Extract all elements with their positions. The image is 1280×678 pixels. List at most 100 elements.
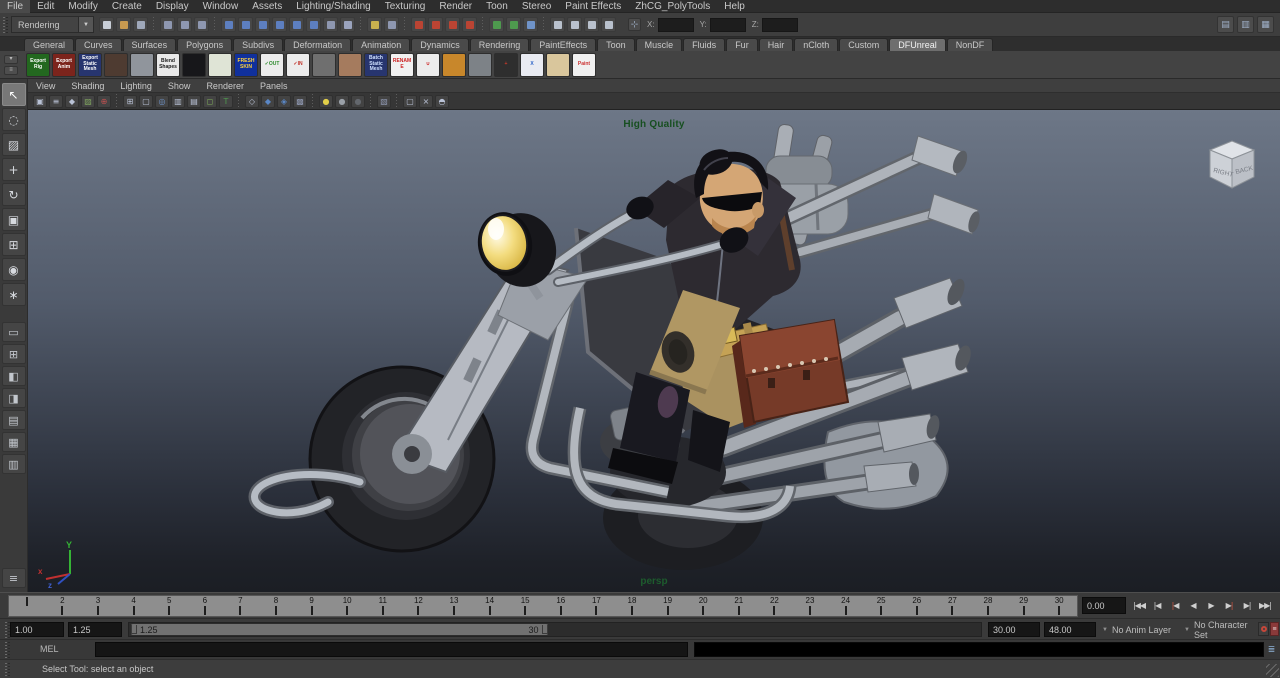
- absolute-relative-toggle-icon[interactable]: ⊹: [628, 18, 641, 31]
- soft-modification-button[interactable]: ◉: [2, 258, 26, 281]
- render-settings-icon[interactable]: [601, 17, 616, 32]
- frame-tick-10[interactable]: 10: [332, 596, 362, 615]
- shelf-tab-hair[interactable]: Hair: [759, 38, 794, 51]
- menu-stereo[interactable]: Stereo: [515, 0, 558, 13]
- paint-tool-icon[interactable]: Paint: [572, 53, 596, 77]
- shelf-tab-curves[interactable]: Curves: [75, 38, 122, 51]
- mask-handles-icon[interactable]: [221, 17, 236, 32]
- outliner-persp-layout-button[interactable]: ◨: [2, 388, 26, 408]
- clapperboard-icon[interactable]: [182, 53, 206, 77]
- crosshair-icon[interactable]: +: [494, 53, 518, 77]
- safe-title-icon[interactable]: T: [219, 95, 233, 108]
- batch-static-mesh-button[interactable]: Batch Static Mesh: [364, 53, 388, 77]
- command-line-grip[interactable]: [4, 642, 11, 658]
- shelf-tab-deformation[interactable]: Deformation: [284, 38, 351, 51]
- output-connections-icon[interactable]: [506, 17, 521, 32]
- menu-zhcg-polytools[interactable]: ZhCG_PolyTools: [628, 0, 717, 13]
- quick-help-icon[interactable]: [340, 17, 355, 32]
- portrait-color-icon[interactable]: [338, 53, 362, 77]
- frame-tick-3[interactable]: 3: [83, 596, 113, 615]
- mask-misc-icon[interactable]: [323, 17, 338, 32]
- panel-menu-show[interactable]: Show: [160, 81, 199, 91]
- shelf-tab-nondf[interactable]: NonDF: [947, 38, 994, 51]
- select-object-icon[interactable]: [177, 17, 192, 32]
- frame-tick-25[interactable]: 25: [866, 596, 896, 615]
- select-tool-button[interactable]: ↖: [2, 83, 26, 106]
- toggle-channel-box-icon[interactable]: ▦: [1257, 16, 1274, 33]
- fresh-skin-button[interactable]: FRESH SKIN: [234, 53, 258, 77]
- frame-tick-19[interactable]: 19: [653, 596, 683, 615]
- frame-tick-13[interactable]: 13: [439, 596, 469, 615]
- frame-tick-1[interactable]: [12, 596, 42, 606]
- blend-shapes-button[interactable]: Blend Shapes: [156, 53, 180, 77]
- orange-boxes-icon[interactable]: [442, 53, 466, 77]
- save-scene-icon[interactable]: [133, 17, 148, 32]
- time-slider-track[interactable]: 2345678910111213141516171819202122232425…: [8, 595, 1078, 617]
- shelf-tab-painteffects[interactable]: PaintEffects: [530, 38, 596, 51]
- character-portrait-icon[interactable]: [104, 53, 128, 77]
- coord-input-y[interactable]: [710, 18, 746, 32]
- menu-render[interactable]: Render: [432, 0, 479, 13]
- step-back-frame-button[interactable]: |◀: [1148, 595, 1166, 616]
- menu-create[interactable]: Create: [105, 0, 149, 13]
- shelf-tab-surfaces[interactable]: Surfaces: [123, 38, 177, 51]
- hat-character-icon[interactable]: [546, 53, 570, 77]
- frame-tick-2[interactable]: 2: [47, 596, 77, 615]
- current-time-field[interactable]: [1082, 597, 1126, 614]
- frame-tick-18[interactable]: 18: [617, 596, 647, 615]
- shelf-tab-general[interactable]: General: [24, 38, 74, 51]
- range-slider-track[interactable]: 1.25 30: [128, 622, 982, 637]
- frame-tick-22[interactable]: 22: [759, 596, 789, 615]
- frame-tick-6[interactable]: 6: [190, 596, 220, 615]
- toolbox-icon[interactable]: [130, 53, 154, 77]
- frame-tick-23[interactable]: 23: [795, 596, 825, 615]
- frame-tick-27[interactable]: 27: [937, 596, 967, 615]
- rotate-tool-button[interactable]: ↻: [2, 183, 26, 206]
- toggle-tool-settings-icon[interactable]: ▥: [1237, 16, 1254, 33]
- frame-tick-8[interactable]: 8: [261, 596, 291, 615]
- step-forward-key-button[interactable]: ▶|: [1220, 595, 1238, 616]
- view-cube[interactable]: RIGHT BACK: [1200, 132, 1264, 194]
- play-forwards-button[interactable]: ▶: [1202, 595, 1220, 616]
- menu-display[interactable]: Display: [149, 0, 196, 13]
- menu-file[interactable]: File: [0, 0, 30, 13]
- export-rig-button[interactable]: Export Rig: [26, 53, 50, 77]
- check-out-button[interactable]: ✓OUT: [260, 53, 284, 77]
- select-hierarchy-icon[interactable]: [160, 17, 175, 32]
- smooth-shade-icon[interactable]: ◆: [261, 95, 275, 108]
- perspective-viewport[interactable]: High Quality persp RIGHT BACK Y x z: [28, 110, 1280, 592]
- lattice-sphere-icon[interactable]: [468, 53, 492, 77]
- snap-curve-icon[interactable]: [428, 17, 443, 32]
- panel-layout-menu-icon[interactable]: ≡: [2, 568, 26, 588]
- menu-set-selector[interactable]: Rendering ▼: [11, 16, 94, 33]
- multi-pane-layout-button[interactable]: ▥: [2, 454, 26, 474]
- frame-tick-16[interactable]: 16: [546, 596, 576, 615]
- lock-selection-icon[interactable]: [367, 17, 382, 32]
- window-resize-grip[interactable]: [1266, 664, 1279, 677]
- export-anim-button[interactable]: Export Anim: [52, 53, 76, 77]
- range-start-handle[interactable]: [131, 625, 137, 634]
- textured-icon[interactable]: ▩: [293, 95, 307, 108]
- animation-start-field[interactable]: [10, 622, 64, 637]
- use-all-lights-icon[interactable]: ●: [319, 95, 333, 108]
- bookmarks-icon[interactable]: ◆: [65, 95, 79, 108]
- two-d-pan-zoom-icon[interactable]: ⊕: [97, 95, 111, 108]
- frame-tick-12[interactable]: 12: [403, 596, 433, 615]
- panel-menu-view[interactable]: View: [28, 81, 63, 91]
- xray-icon[interactable]: ▢: [403, 95, 417, 108]
- camera-attributes-icon[interactable]: ≡: [49, 95, 63, 108]
- open-scene-icon[interactable]: [116, 17, 131, 32]
- mask-curves-icon[interactable]: [238, 17, 253, 32]
- portrait-bw-icon[interactable]: [312, 53, 336, 77]
- frame-tick-15[interactable]: 15: [510, 596, 540, 615]
- snap-grid-icon[interactable]: [411, 17, 426, 32]
- construction-history-icon[interactable]: [523, 17, 538, 32]
- command-language-toggle[interactable]: MEL: [40, 644, 59, 654]
- move-tool-button[interactable]: +: [2, 158, 26, 181]
- menu-modify[interactable]: Modify: [61, 0, 104, 13]
- wireframe-icon[interactable]: ◇: [245, 95, 259, 108]
- four-pane-layout-button[interactable]: ⊞: [2, 344, 26, 364]
- render-current-frame-icon[interactable]: [567, 17, 582, 32]
- menu-help[interactable]: Help: [717, 0, 752, 13]
- share-view-icon[interactable]: ◓: [435, 95, 449, 108]
